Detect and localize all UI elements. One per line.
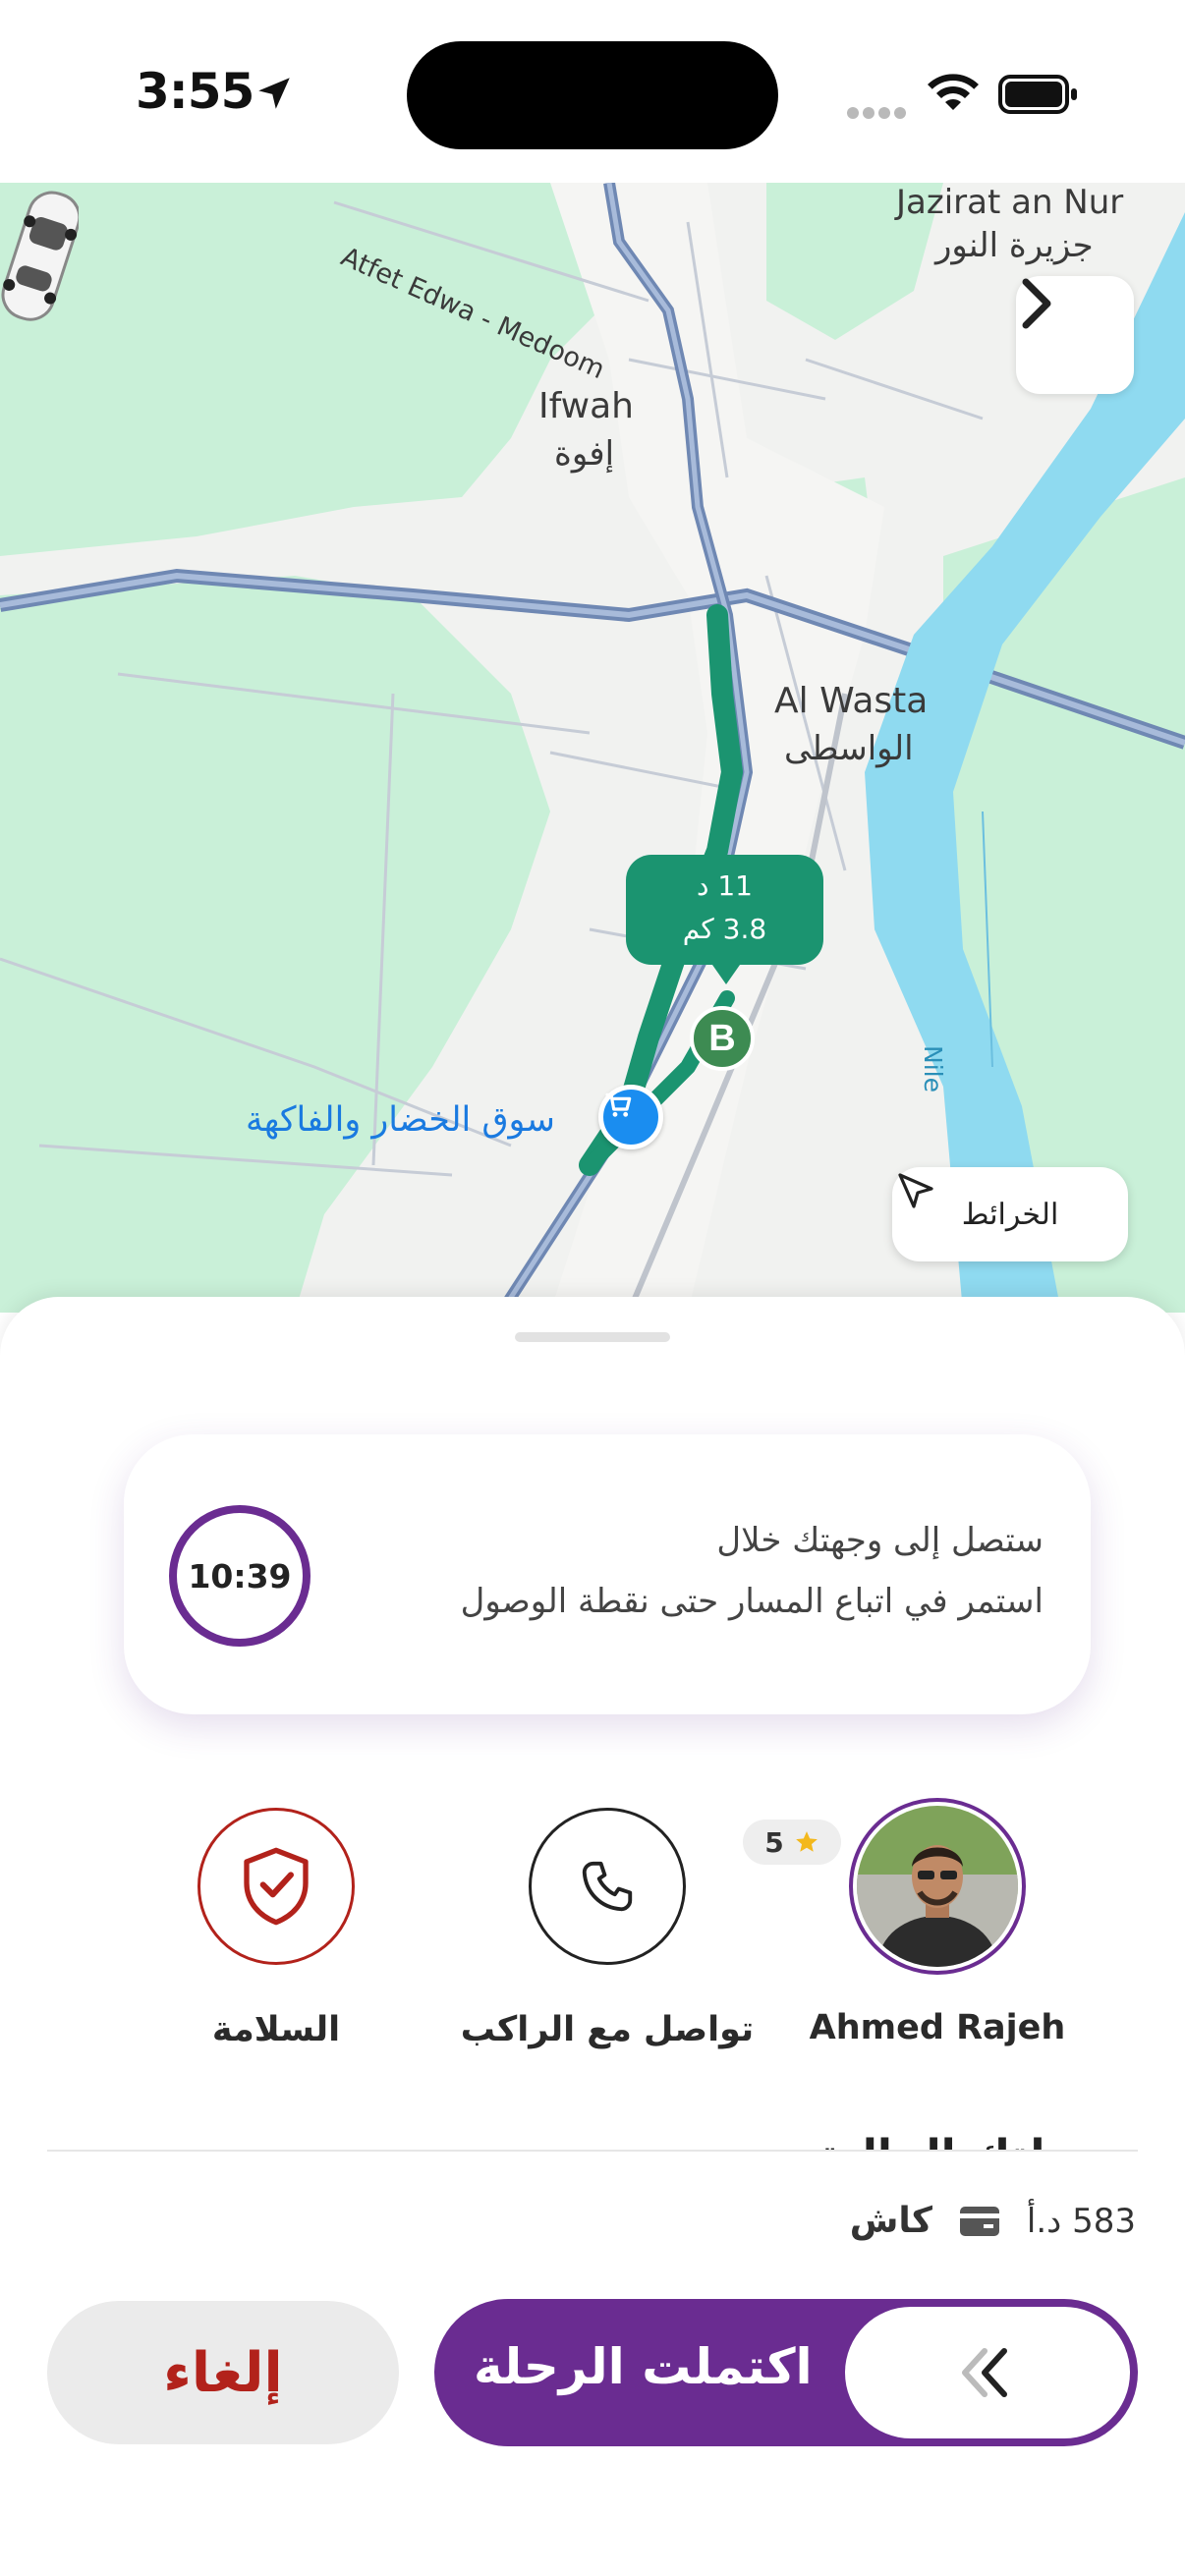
safety-button[interactable] xyxy=(198,1808,355,1965)
contact-rider-action[interactable]: تواصل مع الراكب xyxy=(450,1808,764,2049)
rider-avatar-ring[interactable] xyxy=(849,1798,1026,1975)
dynamic-island xyxy=(407,41,778,149)
map-label-jazirat-ar: جزيرة النور xyxy=(935,226,1094,265)
current-trip-heading: رحلتك الحالية xyxy=(818,2122,1102,2150)
rider-photo xyxy=(857,1806,1018,1967)
route-eta-distance: 3.8 كم xyxy=(682,913,767,945)
contact-rider-label: تواصل مع الراكب xyxy=(460,2010,755,2049)
car-marker-icon xyxy=(1,191,79,321)
status-time: 3:55 xyxy=(136,63,254,120)
double-chevron-left-icon xyxy=(962,2348,1007,2397)
trip-bottom-sheet[interactable]: 10:39 ستصل إلى وجهتك خلال استمر في اتباع… xyxy=(0,1297,1185,2576)
chevron-right-icon xyxy=(1022,278,1051,329)
safety-action[interactable]: السلامة xyxy=(163,1808,389,2049)
shield-check-icon xyxy=(244,1847,309,1926)
map-next-button[interactable] xyxy=(1016,276,1134,394)
map-label-ifwah-ar: إفوة xyxy=(554,434,615,474)
navigation-arrow-icon xyxy=(898,1173,933,1208)
destination-marker[interactable]: B xyxy=(690,1006,755,1071)
rider-rating-badge: 5 xyxy=(743,1820,841,1865)
route-eta-bubble: 11 د 3.8 كم xyxy=(626,855,823,984)
eta-subtitle: استمر في اتباع المسار حتى نقطة الوصول xyxy=(460,1582,1044,1621)
wifi-icon xyxy=(928,74,979,110)
payment-row: 583 د.أ كاش xyxy=(850,2201,1136,2241)
fare-amount: 583 د.أ xyxy=(1026,2201,1136,2241)
rider-rating: 5 xyxy=(764,1825,784,1859)
cancel-trip-button[interactable]: إلغاء xyxy=(47,2301,399,2444)
payment-method: كاش xyxy=(849,2201,932,2241)
star-icon xyxy=(795,1831,818,1852)
safety-label: السلامة xyxy=(211,2010,341,2049)
call-rider-button[interactable] xyxy=(529,1808,686,1965)
map-label-jazirat-en: Jazirat an Nur xyxy=(896,183,1124,222)
location-arrow-icon xyxy=(258,78,290,109)
rider-profile[interactable]: 5 Ahmed Rajeh xyxy=(743,1798,1075,2047)
map-view[interactable]: Jazirat an Nur جزيرة النور Atfet Edwa - … xyxy=(0,183,1185,1313)
battery-icon xyxy=(998,75,1077,114)
signal-dots-icon xyxy=(847,104,910,123)
open-maps-label: الخرائط xyxy=(961,1198,1059,1231)
divider xyxy=(47,2150,1138,2152)
status-bar: 3:55 xyxy=(0,0,1185,183)
route-eta-minutes: 11 د xyxy=(696,869,753,902)
sheet-grabber[interactable] xyxy=(515,1332,670,1342)
eta-title: ستصل إلى وجهتك خلال xyxy=(716,1521,1044,1560)
eta-timer: 10:39 xyxy=(169,1505,310,1647)
map-label-wasta-ar: الواسطى xyxy=(784,729,914,768)
map-label-nile: Nile xyxy=(919,1045,947,1092)
phone-icon xyxy=(582,1861,633,1912)
shopping-cart-icon xyxy=(605,1092,632,1117)
complete-trip-label: اكتملت الرحلة xyxy=(474,2338,813,2395)
slider-knob[interactable] xyxy=(845,2307,1130,2438)
map-label-wasta-en: Al Wasta xyxy=(774,681,929,721)
map-label-ifwah-en: Ifwah xyxy=(538,386,634,426)
eta-card: 10:39 ستصل إلى وجهتك خلال استمر في اتباع… xyxy=(124,1434,1091,1714)
card-icon xyxy=(959,2206,999,2236)
rider-avatar xyxy=(857,1806,1018,1967)
poi-label[interactable]: سوق الخضار والفاكهة xyxy=(246,1100,555,1140)
open-maps-button[interactable]: الخرائط xyxy=(892,1167,1128,1261)
rider-name: Ahmed Rajeh xyxy=(809,2008,1066,2047)
poi-pin-shopping-cart[interactable] xyxy=(598,1085,663,1149)
complete-trip-slider[interactable]: اكتملت الرحلة xyxy=(434,2299,1138,2446)
